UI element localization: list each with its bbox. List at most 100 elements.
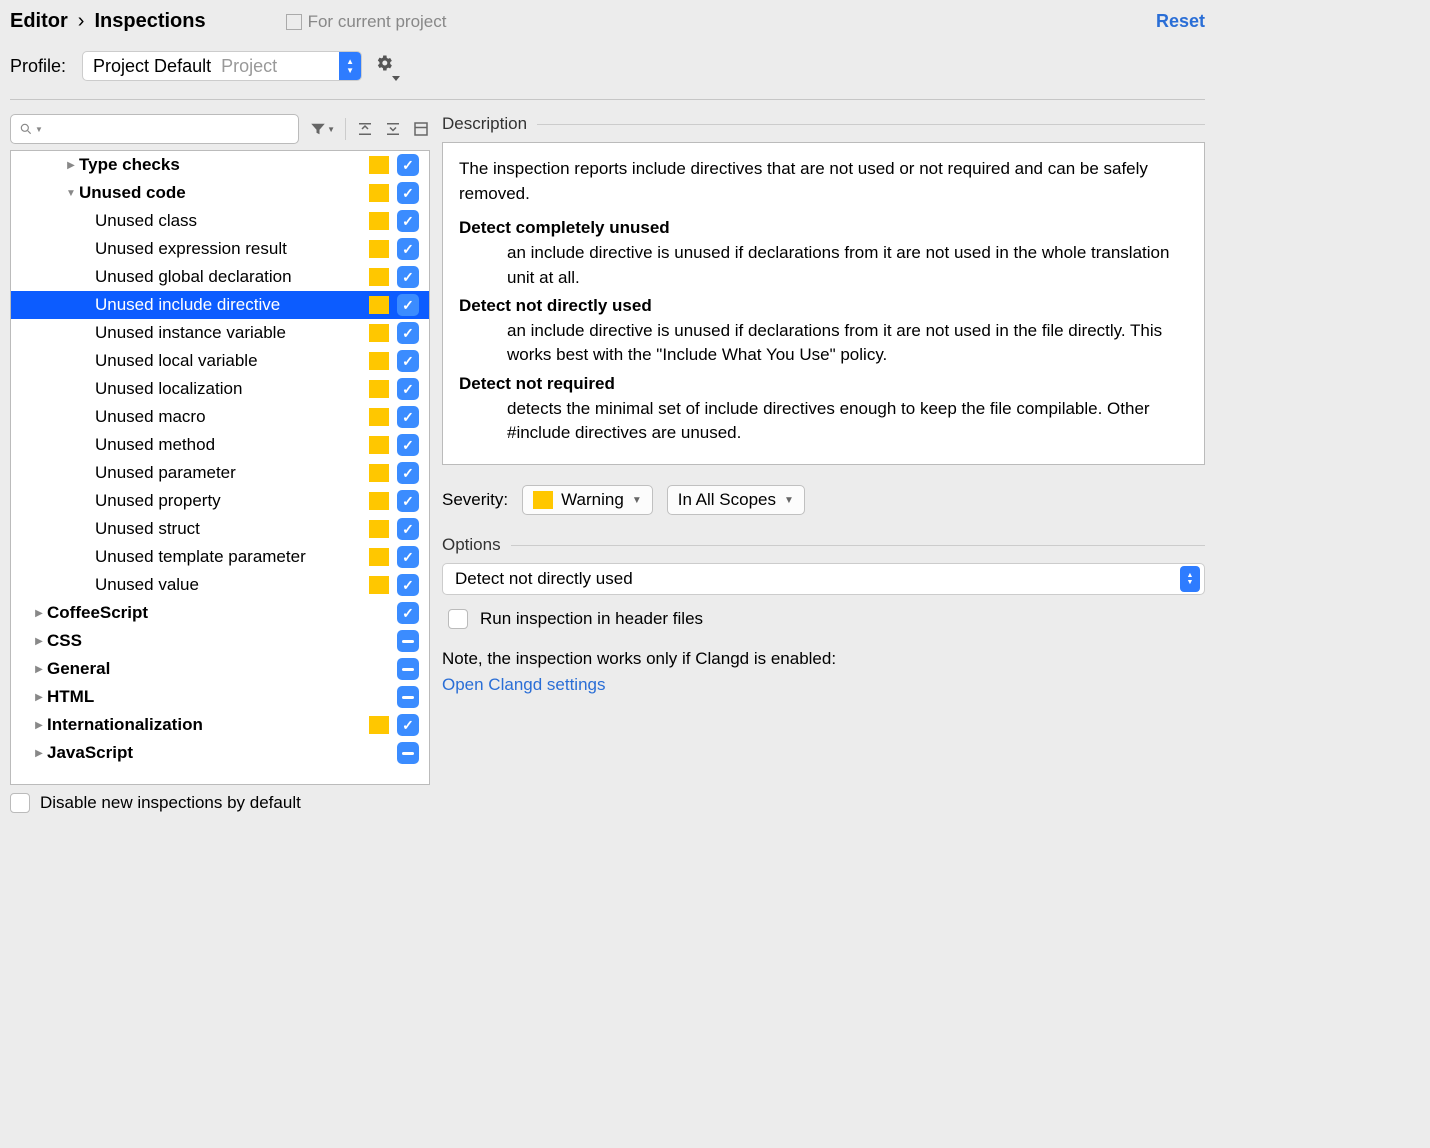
chevron-right-icon: › xyxy=(78,10,85,33)
checkbox[interactable]: ✓ xyxy=(397,238,419,260)
disclosure-closed-icon[interactable]: ▶ xyxy=(63,160,79,171)
gear-icon[interactable] xyxy=(374,53,394,79)
tree-item[interactable]: Unused struct✓ xyxy=(11,515,429,543)
tree-item[interactable]: Unused instance variable✓ xyxy=(11,319,429,347)
tree-item[interactable]: Unused global declaration✓ xyxy=(11,263,429,291)
severity-indicator xyxy=(369,408,389,426)
tree-group[interactable]: ▶ Type checks ✓ xyxy=(11,151,429,179)
tree-group[interactable]: ▼ Unused code ✓ xyxy=(11,179,429,207)
tree-group[interactable]: ▶ CSS xyxy=(11,627,429,655)
checkbox[interactable]: ✓ xyxy=(397,378,419,400)
severity-indicator xyxy=(369,520,389,538)
severity-select[interactable]: Warning ▼ xyxy=(522,485,653,515)
reset-button[interactable]: Reset xyxy=(1156,11,1205,32)
search-input[interactable]: ▼ xyxy=(10,114,299,144)
severity-indicator xyxy=(369,296,389,314)
severity-indicator xyxy=(369,268,389,286)
updown-icon: ▲▼ xyxy=(339,52,361,80)
breadcrumb-current: Inspections xyxy=(94,10,205,33)
checkbox-mixed[interactable] xyxy=(397,630,419,652)
scope-indicator: For current project xyxy=(286,12,447,32)
severity-indicator xyxy=(369,548,389,566)
disclosure-closed-icon[interactable]: ▶ xyxy=(31,664,47,675)
checkbox[interactable]: ✓ xyxy=(397,714,419,736)
checkbox[interactable]: ✓ xyxy=(397,546,419,568)
checkbox[interactable]: ✓ xyxy=(397,350,419,372)
tree-item[interactable]: Unused expression result✓ xyxy=(11,235,429,263)
tree-item[interactable]: Unused value✓ xyxy=(11,571,429,599)
filter-icon[interactable]: ▼ xyxy=(309,120,335,138)
disclosure-closed-icon[interactable]: ▶ xyxy=(31,692,47,703)
checkbox[interactable]: ✓ xyxy=(397,210,419,232)
collapse-all-icon[interactable] xyxy=(384,120,402,138)
chevron-down-icon: ▼ xyxy=(35,125,43,134)
severity-indicator xyxy=(369,184,389,202)
breadcrumb-parent[interactable]: Editor xyxy=(10,10,68,33)
tree-group[interactable]: ▶ General xyxy=(11,655,429,683)
disclosure-closed-icon[interactable]: ▶ xyxy=(31,720,47,731)
severity-indicator xyxy=(369,240,389,258)
tree-group[interactable]: ▶ JavaScript xyxy=(11,739,429,767)
tree-item[interactable]: Unused template parameter✓ xyxy=(11,543,429,571)
search-icon xyxy=(19,122,33,136)
checkbox-mixed[interactable] xyxy=(397,686,419,708)
detection-mode-select[interactable]: Detect not directly used ▲▼ xyxy=(442,563,1205,595)
options-title: Options xyxy=(442,535,501,555)
checkbox[interactable]: ✓ xyxy=(397,490,419,512)
tree-group[interactable]: ▶ CoffeeScript ✓ xyxy=(11,599,429,627)
header-files-checkbox[interactable] xyxy=(448,609,468,629)
tree-item[interactable]: Unused method✓ xyxy=(11,431,429,459)
expand-all-icon[interactable] xyxy=(356,120,374,138)
checkbox[interactable]: ✓ xyxy=(397,518,419,540)
checkbox[interactable]: ✓ xyxy=(397,266,419,288)
tree-item[interactable]: Unused localization✓ xyxy=(11,375,429,403)
severity-indicator xyxy=(369,436,389,454)
severity-label: Severity: xyxy=(442,490,508,510)
checkbox[interactable]: ✓ xyxy=(397,602,419,624)
disclosure-open-icon[interactable]: ▼ xyxy=(63,188,79,199)
checkbox[interactable]: ✓ xyxy=(397,294,419,316)
tree-item[interactable]: Unused parameter✓ xyxy=(11,459,429,487)
checkbox-mixed[interactable] xyxy=(397,658,419,680)
severity-indicator xyxy=(369,352,389,370)
severity-indicator xyxy=(369,156,389,174)
tree-item[interactable]: Unused local variable✓ xyxy=(11,347,429,375)
breadcrumb: Editor › Inspections xyxy=(10,10,206,33)
severity-indicator xyxy=(369,324,389,342)
tree-item[interactable]: Unused include directive✓ xyxy=(11,291,429,319)
profile-label: Profile: xyxy=(10,56,66,77)
description-title: Description xyxy=(442,114,527,134)
disable-new-checkbox[interactable] xyxy=(10,793,30,813)
tree-group[interactable]: ▶ HTML xyxy=(11,683,429,711)
checkbox[interactable]: ✓ xyxy=(397,574,419,596)
tree-item[interactable]: Unused property✓ xyxy=(11,487,429,515)
tree-item[interactable]: Unused macro✓ xyxy=(11,403,429,431)
checkbox[interactable]: ✓ xyxy=(397,406,419,428)
checkbox[interactable]: ✓ xyxy=(397,182,419,204)
disclosure-closed-icon[interactable]: ▶ xyxy=(31,608,47,619)
disclosure-closed-icon[interactable]: ▶ xyxy=(31,636,47,647)
chevron-down-icon: ▼ xyxy=(632,495,642,506)
severity-indicator xyxy=(369,576,389,594)
disclosure-closed-icon[interactable]: ▶ xyxy=(31,748,47,759)
severity-indicator xyxy=(369,212,389,230)
checkbox[interactable]: ✓ xyxy=(397,322,419,344)
chevron-down-icon: ▼ xyxy=(784,495,794,506)
profile-select[interactable]: Project Default Project ▲▼ xyxy=(82,51,362,81)
severity-indicator xyxy=(369,716,389,734)
checkbox[interactable]: ✓ xyxy=(397,154,419,176)
checkbox[interactable]: ✓ xyxy=(397,434,419,456)
updown-icon: ▲▼ xyxy=(1180,566,1200,592)
inspection-tree[interactable]: ▶ Type checks ✓ ▼ Unused code ✓ Unused c… xyxy=(10,150,430,785)
header-files-label: Run inspection in header files xyxy=(480,609,703,629)
checkbox[interactable]: ✓ xyxy=(397,462,419,484)
open-clangd-link[interactable]: Open Clangd settings xyxy=(442,675,606,694)
tree-group[interactable]: ▶ Internationalization ✓ xyxy=(11,711,429,739)
show-icon[interactable] xyxy=(412,120,430,138)
severity-indicator xyxy=(369,492,389,510)
tree-item[interactable]: Unused class✓ xyxy=(11,207,429,235)
disable-new-label: Disable new inspections by default xyxy=(40,793,301,813)
scope-select[interactable]: In All Scopes ▼ xyxy=(667,485,805,515)
warning-icon xyxy=(533,491,553,509)
checkbox-mixed[interactable] xyxy=(397,742,419,764)
